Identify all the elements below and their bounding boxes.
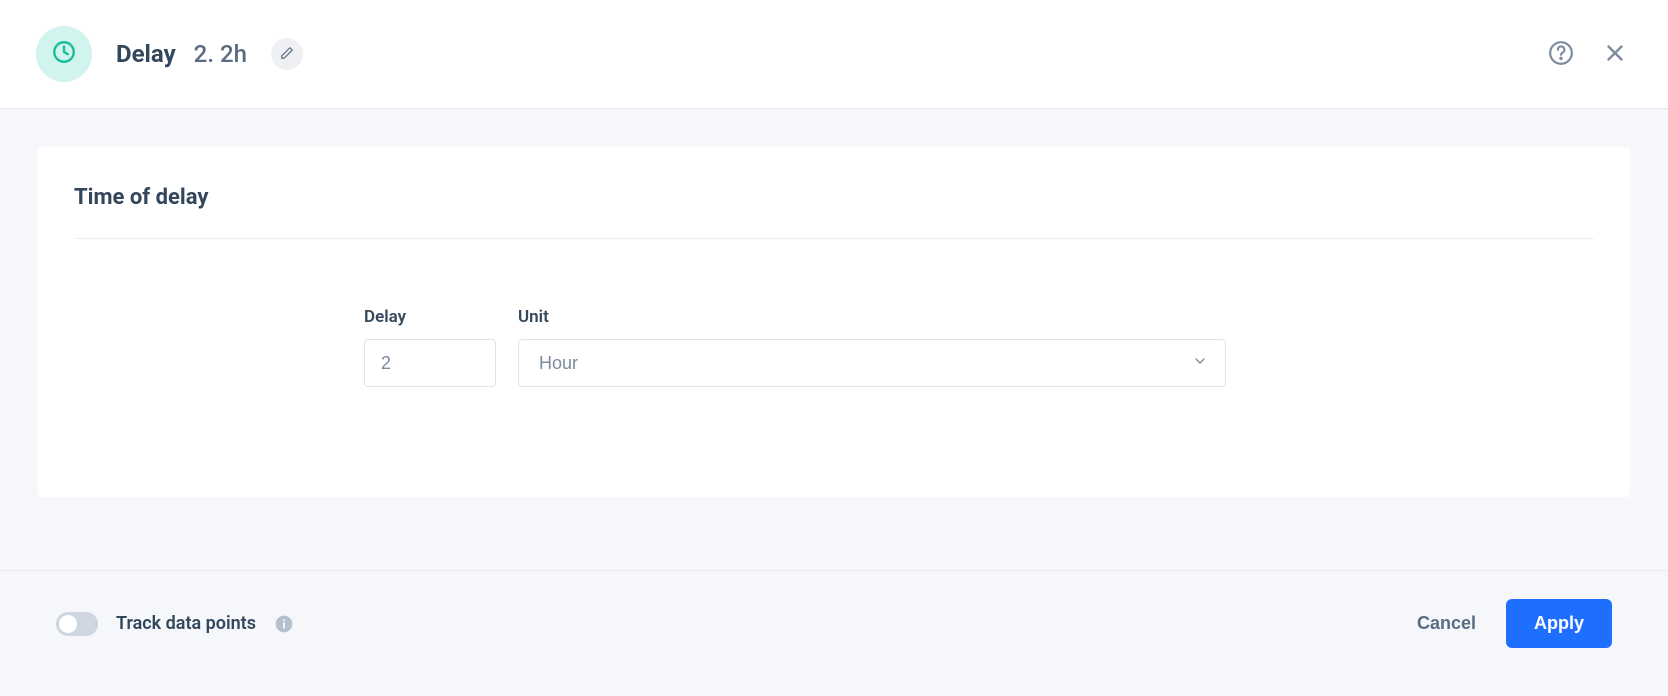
footer-right: Cancel Apply [1417, 599, 1612, 648]
help-icon [1548, 40, 1574, 69]
footer: Track data points Cancel Apply [0, 570, 1668, 696]
title-wrap: Delay 2. 2h [116, 38, 303, 70]
delay-label: Delay [364, 307, 496, 327]
delay-input[interactable] [364, 339, 496, 387]
cancel-button[interactable]: Cancel [1417, 613, 1476, 634]
header-left: Delay 2. 2h [36, 26, 303, 82]
header-right [1548, 40, 1628, 69]
page-title: Delay [116, 40, 176, 68]
delay-field-group: Delay [364, 307, 496, 387]
track-data-points-toggle[interactable] [56, 612, 98, 636]
apply-button[interactable]: Apply [1506, 599, 1612, 648]
page-subtitle: 2. 2h [194, 40, 247, 68]
close-icon [1602, 40, 1628, 69]
unit-label: Unit [518, 307, 1226, 327]
unit-select-value: Hour [539, 353, 578, 374]
pencil-icon [280, 46, 294, 63]
clock-icon-badge [36, 26, 92, 82]
footer-left: Track data points [56, 612, 294, 636]
info-icon[interactable] [274, 614, 294, 634]
help-button[interactable] [1548, 40, 1574, 69]
card-title: Time of delay [74, 185, 1594, 239]
time-of-delay-card: Time of delay Delay Unit Hour [38, 147, 1630, 497]
header: Delay 2. 2h [0, 0, 1668, 109]
track-data-points-label: Track data points [116, 613, 256, 634]
unit-field-group: Unit Hour [518, 307, 1226, 387]
form-row: Delay Unit Hour [364, 307, 1594, 387]
clock-icon [51, 39, 77, 69]
close-button[interactable] [1602, 40, 1628, 69]
toggle-thumb [59, 615, 77, 633]
main-area: Time of delay Delay Unit Hour [0, 109, 1668, 575]
unit-select-wrap: Hour [518, 339, 1226, 387]
edit-title-button[interactable] [271, 38, 303, 70]
unit-select[interactable]: Hour [518, 339, 1226, 387]
